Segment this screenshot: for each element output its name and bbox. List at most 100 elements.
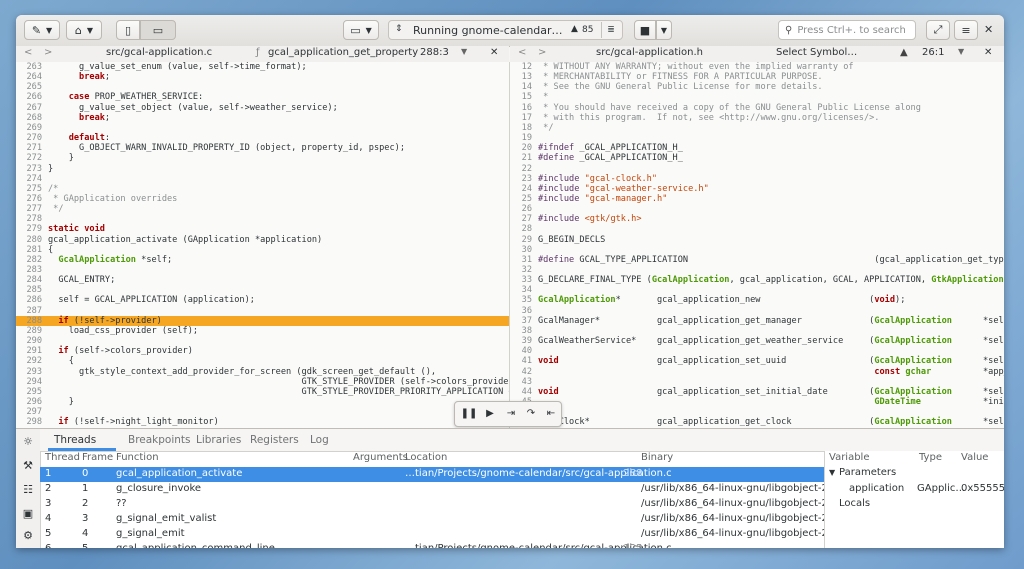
line-number[interactable]: 280 bbox=[18, 235, 42, 245]
tab-libraries[interactable]: Libraries bbox=[196, 434, 241, 446]
line-number[interactable]: 289 bbox=[18, 326, 42, 336]
line-number[interactable]: 295 bbox=[18, 387, 42, 397]
line-number[interactable]: 41 bbox=[510, 356, 532, 366]
back-icon[interactable]: < bbox=[518, 47, 526, 58]
line-number[interactable]: 23 bbox=[510, 174, 532, 184]
line-number[interactable]: 282 bbox=[18, 255, 42, 265]
run-menu-button[interactable]: ▼ bbox=[656, 20, 672, 40]
forward-icon[interactable]: > bbox=[538, 47, 546, 58]
line-number[interactable]: 271 bbox=[18, 143, 42, 153]
line-number[interactable]: 275 bbox=[18, 184, 42, 194]
code-line[interactable]: GTK_STYLE_PROVIDER_PRIORITY_APPLICATION … bbox=[48, 387, 509, 397]
line-number[interactable]: 25 bbox=[510, 194, 532, 204]
code-line[interactable]: */ bbox=[48, 204, 63, 214]
line-number[interactable]: 268 bbox=[18, 113, 42, 123]
code-line[interactable]: { bbox=[48, 245, 53, 255]
code-line[interactable]: load_css_provider (self); bbox=[48, 326, 198, 336]
step-out-icon[interactable]: ⇤ bbox=[541, 406, 561, 422]
line-number[interactable]: 284 bbox=[18, 275, 42, 285]
close-window-icon[interactable]: ✕ bbox=[984, 23, 993, 36]
code-line[interactable]: G_OBJECT_WARN_INVALID_PROPERTY_ID (objec… bbox=[48, 143, 405, 153]
search-input[interactable]: ⚲ Press Ctrl+. to search bbox=[778, 20, 916, 40]
line-number[interactable]: 273 bbox=[18, 164, 42, 174]
code-line[interactable]: GTK_STYLE_PROVIDER (self->colors_provide… bbox=[48, 377, 509, 387]
pause-icon[interactable]: ❚❚ bbox=[459, 406, 479, 422]
code-line[interactable]: break; bbox=[48, 113, 110, 123]
line-number[interactable]: 290 bbox=[18, 336, 42, 346]
build-icon[interactable]: ⚒ bbox=[16, 459, 40, 472]
device-menu-button[interactable]: ▭ ▼ bbox=[343, 20, 379, 40]
line-number[interactable]: 270 bbox=[18, 133, 42, 143]
col-function[interactable]: Function bbox=[116, 452, 159, 466]
line-number[interactable]: 274 bbox=[18, 174, 42, 184]
col-thread[interactable]: Thread bbox=[45, 452, 80, 466]
col-variable[interactable]: Variable bbox=[829, 452, 870, 463]
code-line[interactable]: { bbox=[48, 356, 74, 366]
line-number[interactable]: 40 bbox=[510, 346, 532, 356]
omnibar[interactable]: ⇕ Running gnome-calendar… ▲ 85 ≣ bbox=[388, 20, 623, 40]
code-line[interactable]: /* bbox=[48, 184, 58, 194]
configure-menu-button[interactable]: ⌂ ▼ bbox=[66, 20, 102, 40]
line-number[interactable]: 18 bbox=[510, 123, 532, 133]
line-number[interactable]: 263 bbox=[18, 62, 42, 72]
code-line[interactable]: default: bbox=[48, 133, 110, 143]
line-number[interactable]: 278 bbox=[18, 214, 42, 224]
code-line[interactable]: * bbox=[538, 92, 548, 102]
line-number[interactable]: 34 bbox=[510, 285, 532, 295]
table-row[interactable]: 65gcal_application_command_line…tian/Pro… bbox=[40, 542, 824, 548]
right-source-view[interactable]: 12 * WITHOUT ANY WARRANTY; without even … bbox=[510, 62, 1004, 428]
code-line[interactable]: void gcal_application_set_initial_date (… bbox=[538, 387, 1004, 397]
col-location[interactable]: Location bbox=[405, 452, 447, 466]
line-number[interactable]: 265 bbox=[18, 82, 42, 92]
tab-threads[interactable]: Threads bbox=[54, 434, 96, 446]
line-number[interactable]: 13 bbox=[510, 72, 532, 82]
table-row[interactable]: 5 4 g_signal_emit/usr/lib/x86_64-linux-gnu… bbox=[40, 527, 861, 542]
table-row[interactable]: 1 0 gcal_application_activate …tian/Project… bbox=[40, 467, 824, 482]
code-line[interactable]: #include "gcal-manager.h" bbox=[538, 194, 667, 204]
line-number[interactable]: 12 bbox=[510, 62, 532, 72]
code-line[interactable]: G_DECLARE_FINAL_TYPE (GcalApplication, g… bbox=[538, 275, 1004, 285]
code-line[interactable]: g_value_set_object (value, self->weather… bbox=[48, 103, 338, 113]
code-line[interactable]: GcalClock* gcal_application_get_clock (G… bbox=[538, 417, 1004, 427]
code-line[interactable]: gtk_style_context_add_provider_for_scree… bbox=[48, 367, 436, 377]
code-line[interactable]: * See the GNU General Public License for… bbox=[538, 82, 822, 92]
line-number[interactable]: 292 bbox=[18, 356, 42, 366]
code-line[interactable]: const gchar *app_uuid); bbox=[538, 367, 1004, 377]
line-number[interactable]: 291 bbox=[18, 346, 42, 356]
line-number[interactable]: 30 bbox=[510, 245, 532, 255]
line-number[interactable]: 44 bbox=[510, 387, 532, 397]
code-line[interactable]: #include "gcal-clock.h" bbox=[538, 174, 657, 184]
profiler-icon[interactable]: ⚙ bbox=[16, 529, 40, 542]
code-line[interactable]: * WITHOUT ANY WARRANTY; without even the… bbox=[538, 62, 853, 72]
code-line[interactable]: if (self->colors_provider) bbox=[48, 346, 193, 356]
line-number[interactable]: 279 bbox=[18, 224, 42, 234]
line-number[interactable]: 14 bbox=[510, 82, 532, 92]
line-number[interactable]: 264 bbox=[18, 72, 42, 82]
line-number[interactable]: 42 bbox=[510, 367, 532, 377]
code-line[interactable]: * You should have received a copy of the… bbox=[538, 103, 921, 113]
step-over-icon[interactable]: ↷ bbox=[521, 406, 541, 422]
build-log-icon[interactable]: ≣ bbox=[601, 22, 620, 38]
code-line[interactable]: if (!self->provider) bbox=[48, 316, 162, 326]
left-file-title[interactable]: src/gcal-application.c bbox=[106, 47, 212, 58]
build-menu-button[interactable]: ✎ ▼ bbox=[24, 20, 60, 40]
code-line[interactable]: #include "gcal-weather-service.h" bbox=[538, 184, 709, 194]
line-number[interactable]: 22 bbox=[510, 164, 532, 174]
tab-log[interactable]: Log bbox=[310, 434, 329, 446]
forward-icon[interactable]: > bbox=[44, 47, 52, 58]
line-number[interactable]: 17 bbox=[510, 113, 532, 123]
line-number[interactable]: 21 bbox=[510, 153, 532, 163]
col-binary[interactable]: Binary bbox=[641, 452, 673, 466]
close-tab-icon[interactable]: ✕ bbox=[984, 47, 992, 58]
code-line[interactable]: * with this program. If not, see <http:/… bbox=[538, 113, 879, 123]
step-in-icon[interactable]: ⇥ bbox=[501, 406, 521, 422]
line-number[interactable]: 276 bbox=[18, 194, 42, 204]
line-number[interactable]: 15 bbox=[510, 92, 532, 102]
line-number[interactable]: 37 bbox=[510, 316, 532, 326]
stop-button[interactable]: ■ bbox=[634, 20, 656, 40]
line-number[interactable]: 29 bbox=[510, 235, 532, 245]
left-symbol-selector[interactable]: gcal_application_get_property bbox=[268, 47, 418, 58]
code-line[interactable]: GcalWeatherService* gcal_application_get… bbox=[538, 336, 1004, 346]
expander-icon[interactable]: ▼ bbox=[829, 468, 835, 477]
line-number[interactable]: 283 bbox=[18, 265, 42, 275]
